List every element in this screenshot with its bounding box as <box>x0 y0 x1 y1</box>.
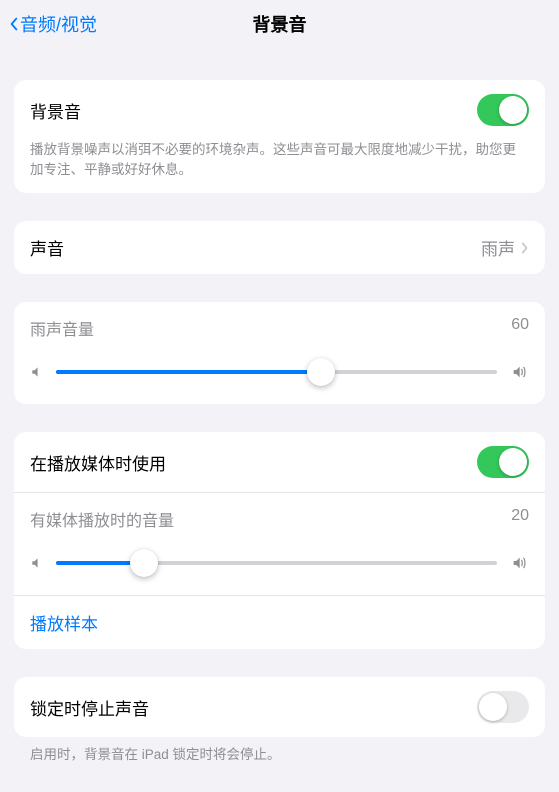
label-lock-stop: 锁定时停止声音 <box>30 695 477 720</box>
back-button[interactable]: 音频/视觉 <box>10 11 97 37</box>
toggle-lock-stop[interactable] <box>477 691 529 723</box>
block-media-volume: 有媒体播放时的音量 20 <box>14 492 545 595</box>
slider-volume[interactable] <box>56 358 497 386</box>
block-volume: 雨声音量 60 <box>14 302 545 404</box>
group-sound: 声音 雨声 <box>14 221 545 274</box>
play-sample-button[interactable]: 播放样本 <box>14 595 545 649</box>
label-background-sound: 背景音 <box>30 98 477 123</box>
back-label: 音频/视觉 <box>20 11 97 37</box>
value-sound: 雨声 <box>481 235 515 260</box>
group-background-sound: 背景音 播放背景噪声以消弭不必要的环境杂声。这些声音可最大限度地减少干扰，助您更… <box>14 80 545 193</box>
chevron-right-icon <box>521 241 529 255</box>
desc-lock-stop: 启用时，背景音在 iPad 锁定时将会停止。 <box>0 737 559 765</box>
row-media-use[interactable]: 在播放媒体时使用 <box>14 432 545 492</box>
group-media: 在播放媒体时使用 有媒体播放时的音量 20 播放样本 <box>14 432 545 649</box>
volume-high-icon <box>509 364 529 380</box>
label-media-volume: 有媒体播放时的音量 <box>30 507 174 531</box>
label-media-use: 在播放媒体时使用 <box>30 450 477 475</box>
label-sound: 声音 <box>30 235 481 260</box>
slider-media-volume[interactable] <box>56 549 497 577</box>
volume-high-icon <box>509 555 529 571</box>
volume-low-icon <box>30 556 44 570</box>
toggle-media-use[interactable] <box>477 446 529 478</box>
toggle-background-sound[interactable] <box>477 94 529 126</box>
value-volume: 60 <box>511 316 529 340</box>
row-background-sound[interactable]: 背景音 <box>14 80 545 140</box>
volume-low-icon <box>30 365 44 379</box>
value-media-volume: 20 <box>511 507 529 531</box>
group-volume: 雨声音量 60 <box>14 302 545 404</box>
row-lock-stop[interactable]: 锁定时停止声音 <box>14 677 545 737</box>
row-sound[interactable]: 声音 雨声 <box>14 221 545 274</box>
label-volume: 雨声音量 <box>30 316 94 340</box>
group-lock-stop: 锁定时停止声音 <box>14 677 545 737</box>
desc-background-sound: 播放背景噪声以消弭不必要的环境杂声。这些声音可最大限度地减少干扰，助您更加专注、… <box>14 140 545 193</box>
chevron-left-icon <box>10 17 18 31</box>
nav-bar: 音频/视觉 背景音 <box>0 0 559 48</box>
